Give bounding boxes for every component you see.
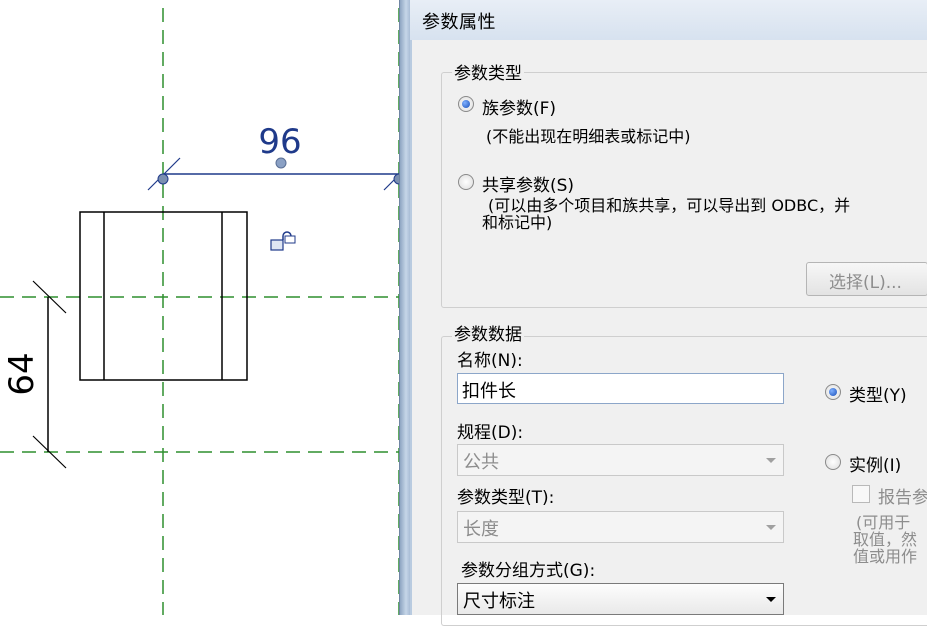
- instance-radio-label[interactable]: 实例(I): [849, 451, 901, 476]
- type-radio[interactable]: [825, 384, 841, 400]
- name-label: 名称(N):: [457, 351, 523, 371]
- dialog-client: 参数类型 族参数(F) (不能出现在明细表或标记中) 共享参数(S) (可以由多…: [412, 40, 927, 626]
- shared-parameter-label[interactable]: 共享参数(S): [482, 171, 574, 196]
- chevron-down-icon: [766, 525, 776, 530]
- shared-parameter-hint-line2: 和标记中): [482, 213, 553, 232]
- instance-radio[interactable]: [825, 454, 841, 470]
- shared-parameter-hint-line1: (可以由多个项目和族共享，可以导出到 ODBC，并: [488, 196, 851, 215]
- dimension-text-96: 96: [258, 122, 301, 162]
- chevron-down-icon: [766, 597, 776, 602]
- parameter-type-select[interactable]: 长度: [457, 511, 784, 543]
- parameter-type-label: 参数类型(T):: [457, 488, 555, 508]
- discipline-value: 公共: [463, 452, 499, 473]
- lock-icon: [270, 231, 296, 251]
- drawing-canvas[interactable]: 96 64: [0, 0, 410, 615]
- dialog-frame: [400, 0, 410, 615]
- report-parameter-checkbox[interactable]: [852, 485, 870, 503]
- discipline-label: 规程(D):: [457, 423, 524, 443]
- family-parameter-hint: (不能出现在明细表或标记中): [486, 127, 691, 146]
- grouping-select[interactable]: 尺寸标注: [457, 583, 784, 615]
- select-button[interactable]: 选择(L)...: [806, 262, 927, 296]
- report-hint-line3: 值或用作: [853, 547, 918, 566]
- report-hint-line1: (可用于: [856, 513, 911, 532]
- grouping-label: 参数分组方式(G):: [461, 561, 596, 581]
- parameter-type-legend: 参数类型: [452, 59, 524, 84]
- dimension-text-64: 64: [2, 352, 42, 395]
- shared-parameter-radio[interactable]: [458, 174, 474, 190]
- select-button-label: 选择(L)...: [829, 273, 902, 293]
- dialog-title: 参数属性: [422, 12, 496, 33]
- family-parameter-radio[interactable]: [458, 96, 474, 112]
- family-parameter-label[interactable]: 族参数(F): [482, 94, 556, 119]
- name-input[interactable]: 扣件长: [457, 373, 784, 404]
- parameter-properties-dialog: 参数属性 参数类型 族参数(F) (不能出现在明细表或标记中) 共享参数(S) …: [399, 0, 927, 626]
- grouping-value: 尺寸标注: [463, 591, 535, 612]
- dialog-titlebar[interactable]: 参数属性: [410, 0, 927, 40]
- discipline-select[interactable]: 公共: [457, 444, 784, 476]
- report-hint-line2: 取值，然: [853, 530, 918, 549]
- type-radio-label[interactable]: 类型(Y): [849, 381, 907, 406]
- chevron-down-icon: [766, 458, 776, 463]
- parameter-data-legend: 参数数据: [452, 320, 524, 345]
- report-parameter-label: 报告参: [878, 488, 927, 508]
- parameter-type-value: 长度: [463, 519, 499, 540]
- drawing-svg: 96 64: [0, 8, 410, 615]
